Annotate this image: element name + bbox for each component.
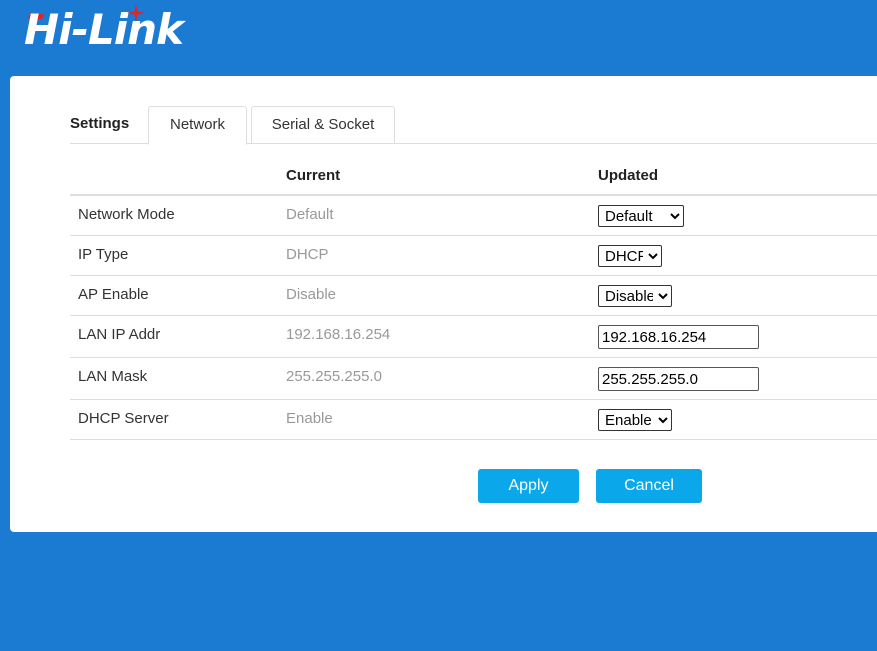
updated-cell: Enable <box>598 409 672 431</box>
tab-bar: Settings Network Serial & Socket <box>70 106 877 145</box>
row-label: LAN Mask <box>78 368 148 385</box>
ip-type-select[interactable]: DHCP <box>598 245 662 267</box>
apply-button[interactable]: Apply <box>478 469 579 503</box>
row-label: LAN IP Addr <box>78 326 161 343</box>
updated-cell <box>598 325 759 349</box>
ap-enable-select[interactable]: Disable <box>598 285 672 307</box>
table-row-ap-enable: AP Enable Disable Disable <box>70 276 877 316</box>
network-settings-table: Current Updated Network Mode Default Def… <box>70 156 877 440</box>
table-row-dhcp-server: DHCP Server Enable Enable <box>70 400 877 440</box>
row-current-value: 192.168.16.254 <box>286 326 391 343</box>
settings-title: Settings <box>70 115 130 132</box>
lan-mask-input[interactable] <box>598 367 759 391</box>
table-row-lan-ip-addr: LAN IP Addr 192.168.16.254 <box>70 316 877 358</box>
header-updated: Updated <box>598 167 658 184</box>
updated-cell: Default <box>598 205 684 227</box>
settings-panel: Settings Network Serial & Socket Current… <box>10 76 877 532</box>
table-row-network-mode: Network Mode Default Default <box>70 196 877 236</box>
tab-serial-socket[interactable]: Serial & Socket <box>251 106 395 144</box>
cancel-button[interactable]: Cancel <box>596 469 702 503</box>
row-current-value: Disable <box>286 286 337 303</box>
hi-link-logo: Hi-Link <box>24 4 214 56</box>
row-label: IP Type <box>78 246 129 263</box>
network-mode-select[interactable]: Default <box>598 205 684 227</box>
header-current: Current <box>286 167 341 184</box>
row-current-value: Default <box>286 206 334 223</box>
logo-star-icon <box>127 4 145 22</box>
row-label: AP Enable <box>78 286 149 303</box>
updated-cell <box>598 367 759 391</box>
row-current-value: DHCP <box>286 246 329 263</box>
tab-network[interactable]: Network <box>148 106 247 145</box>
dhcp-server-select[interactable]: Enable <box>598 409 672 431</box>
row-label: Network Mode <box>78 206 175 223</box>
row-current-value: Enable <box>286 410 333 427</box>
table-row-ip-type: IP Type DHCP DHCP <box>70 236 877 276</box>
logo-text: Hi-Link <box>24 5 184 54</box>
updated-cell: DHCP <box>598 245 662 267</box>
table-row-lan-mask: LAN Mask 255.255.255.0 <box>70 358 877 400</box>
row-current-value: 255.255.255.0 <box>286 368 382 385</box>
updated-cell: Disable <box>598 285 672 307</box>
lan-ip-addr-input[interactable] <box>598 325 759 349</box>
table-header-row: Current Updated <box>70 156 877 196</box>
row-label: DHCP Server <box>78 410 169 427</box>
